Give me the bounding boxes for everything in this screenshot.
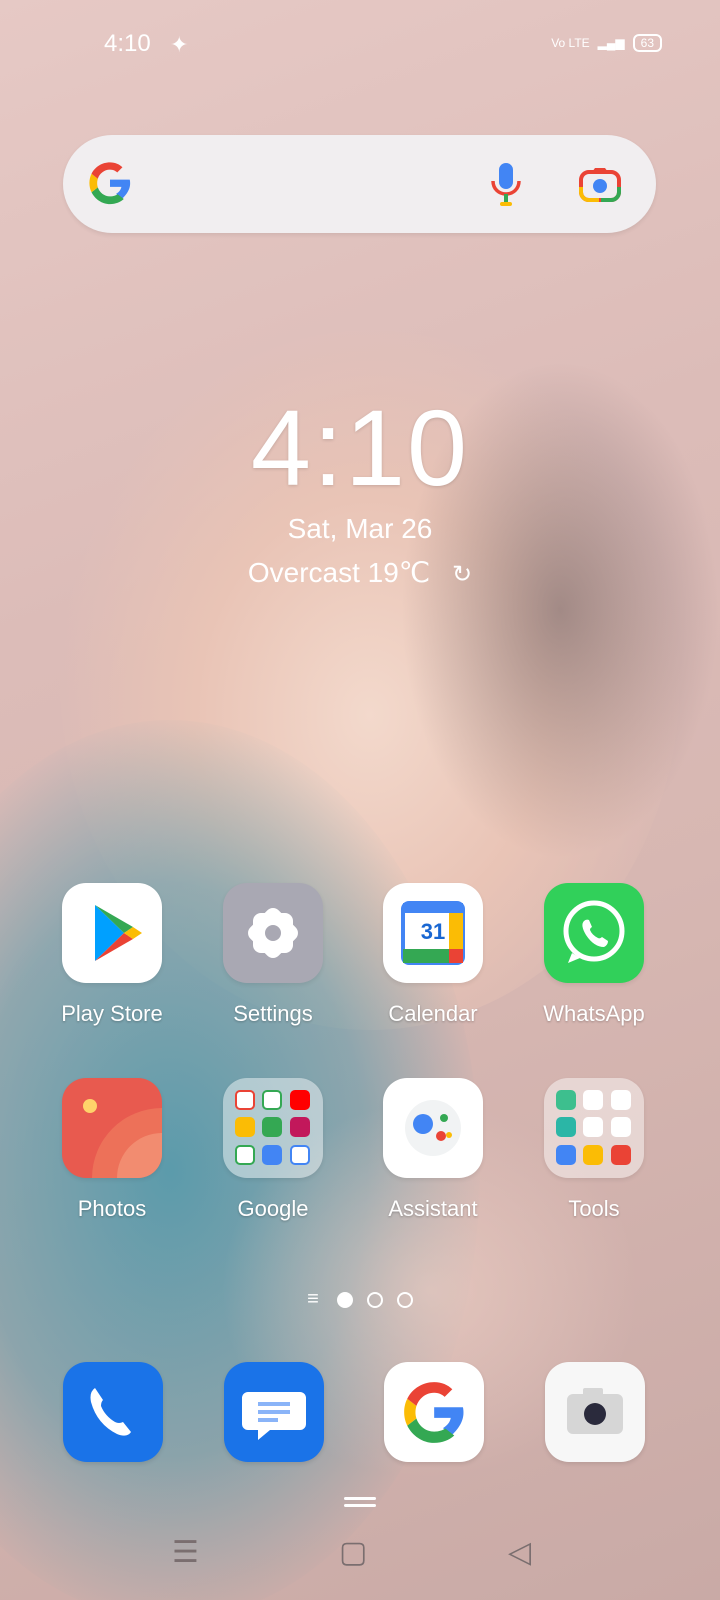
page-dot-2[interactable] bbox=[366, 1291, 383, 1308]
app-assistant[interactable]: Assistant bbox=[353, 1078, 513, 1222]
app-label: Calendar bbox=[388, 1001, 478, 1026]
tools-folder-icon bbox=[544, 1078, 644, 1178]
assistant-icon bbox=[383, 1078, 483, 1178]
status-time: 4:10 bbox=[104, 30, 151, 57]
app-label: Google bbox=[237, 1196, 309, 1221]
google-folder-icon bbox=[223, 1078, 323, 1178]
app-drawer-handle[interactable] bbox=[344, 1497, 376, 1511]
app-settings[interactable]: Settings bbox=[193, 883, 353, 1027]
messages-icon bbox=[242, 1392, 306, 1440]
tree-notification-icon: ✦ bbox=[170, 32, 189, 57]
dock-camera[interactable] bbox=[545, 1362, 645, 1462]
page-list-icon[interactable]: ≡ bbox=[307, 1288, 319, 1311]
settings-icon bbox=[223, 883, 323, 983]
google-icon bbox=[404, 1382, 464, 1443]
weather-text: Overcast 19℃ bbox=[247, 557, 431, 588]
google-search-bar[interactable] bbox=[63, 135, 656, 233]
app-photos[interactable]: Photos bbox=[32, 1078, 192, 1222]
calendar-day: 31 bbox=[420, 919, 446, 944]
navigation-bar: ☰ ▢ ◁ bbox=[0, 1525, 720, 1585]
clock-widget-date[interactable]: Sat, Mar 26 bbox=[0, 513, 720, 545]
app-label: Tools bbox=[568, 1196, 620, 1221]
recents-icon[interactable]: ☰ bbox=[172, 1535, 199, 1570]
home-icon[interactable]: ▢ bbox=[339, 1535, 367, 1570]
app-whatsapp[interactable]: WhatsApp bbox=[514, 883, 674, 1027]
app-label: Settings bbox=[233, 1001, 313, 1026]
photos-icon bbox=[62, 1078, 162, 1178]
page-dot-1[interactable] bbox=[336, 1291, 353, 1308]
camera-icon bbox=[567, 1388, 623, 1434]
phone-icon bbox=[90, 1388, 131, 1436]
app-calendar[interactable]: 31 Calendar bbox=[353, 883, 513, 1027]
back-icon[interactable]: ◁ bbox=[508, 1535, 531, 1570]
play-store-icon bbox=[62, 883, 162, 983]
app-label: Play Store bbox=[61, 1001, 163, 1026]
calendar-icon: 31 bbox=[383, 883, 483, 983]
app-label: WhatsApp bbox=[543, 1001, 645, 1026]
status-right: Vo LTE ▂▄▆ 63 bbox=[551, 34, 662, 52]
mic-icon[interactable] bbox=[488, 161, 524, 207]
page-dot-3[interactable] bbox=[396, 1291, 413, 1308]
lens-icon[interactable] bbox=[578, 165, 622, 203]
folder-google[interactable]: Google bbox=[193, 1078, 353, 1222]
app-label: Assistant bbox=[388, 1196, 478, 1221]
dock-messages[interactable] bbox=[224, 1362, 324, 1462]
weather-widget[interactable]: Overcast 19℃ ↻ bbox=[0, 556, 720, 589]
status-bar: 4:10 ✦ Vo LTE ▂▄▆ 63 bbox=[0, 28, 720, 64]
volte-indicator: Vo LTE bbox=[551, 36, 590, 50]
dock-phone[interactable] bbox=[63, 1362, 163, 1462]
dock-google[interactable] bbox=[384, 1362, 484, 1462]
app-label: Photos bbox=[77, 1196, 147, 1221]
app-play-store[interactable]: Play Store bbox=[32, 883, 192, 1027]
page-indicator: ≡ bbox=[0, 1288, 720, 1311]
folder-tools[interactable]: Tools bbox=[514, 1078, 674, 1222]
battery-icon: 63 bbox=[632, 34, 662, 52]
signal-icon: ▂▄▆ bbox=[597, 36, 625, 50]
whatsapp-icon bbox=[544, 883, 644, 983]
clock-widget-time[interactable]: 4:10 bbox=[0, 385, 720, 510]
wallpaper bbox=[0, 0, 720, 1600]
refresh-icon[interactable]: ↻ bbox=[452, 560, 472, 589]
google-g-icon bbox=[89, 162, 131, 205]
